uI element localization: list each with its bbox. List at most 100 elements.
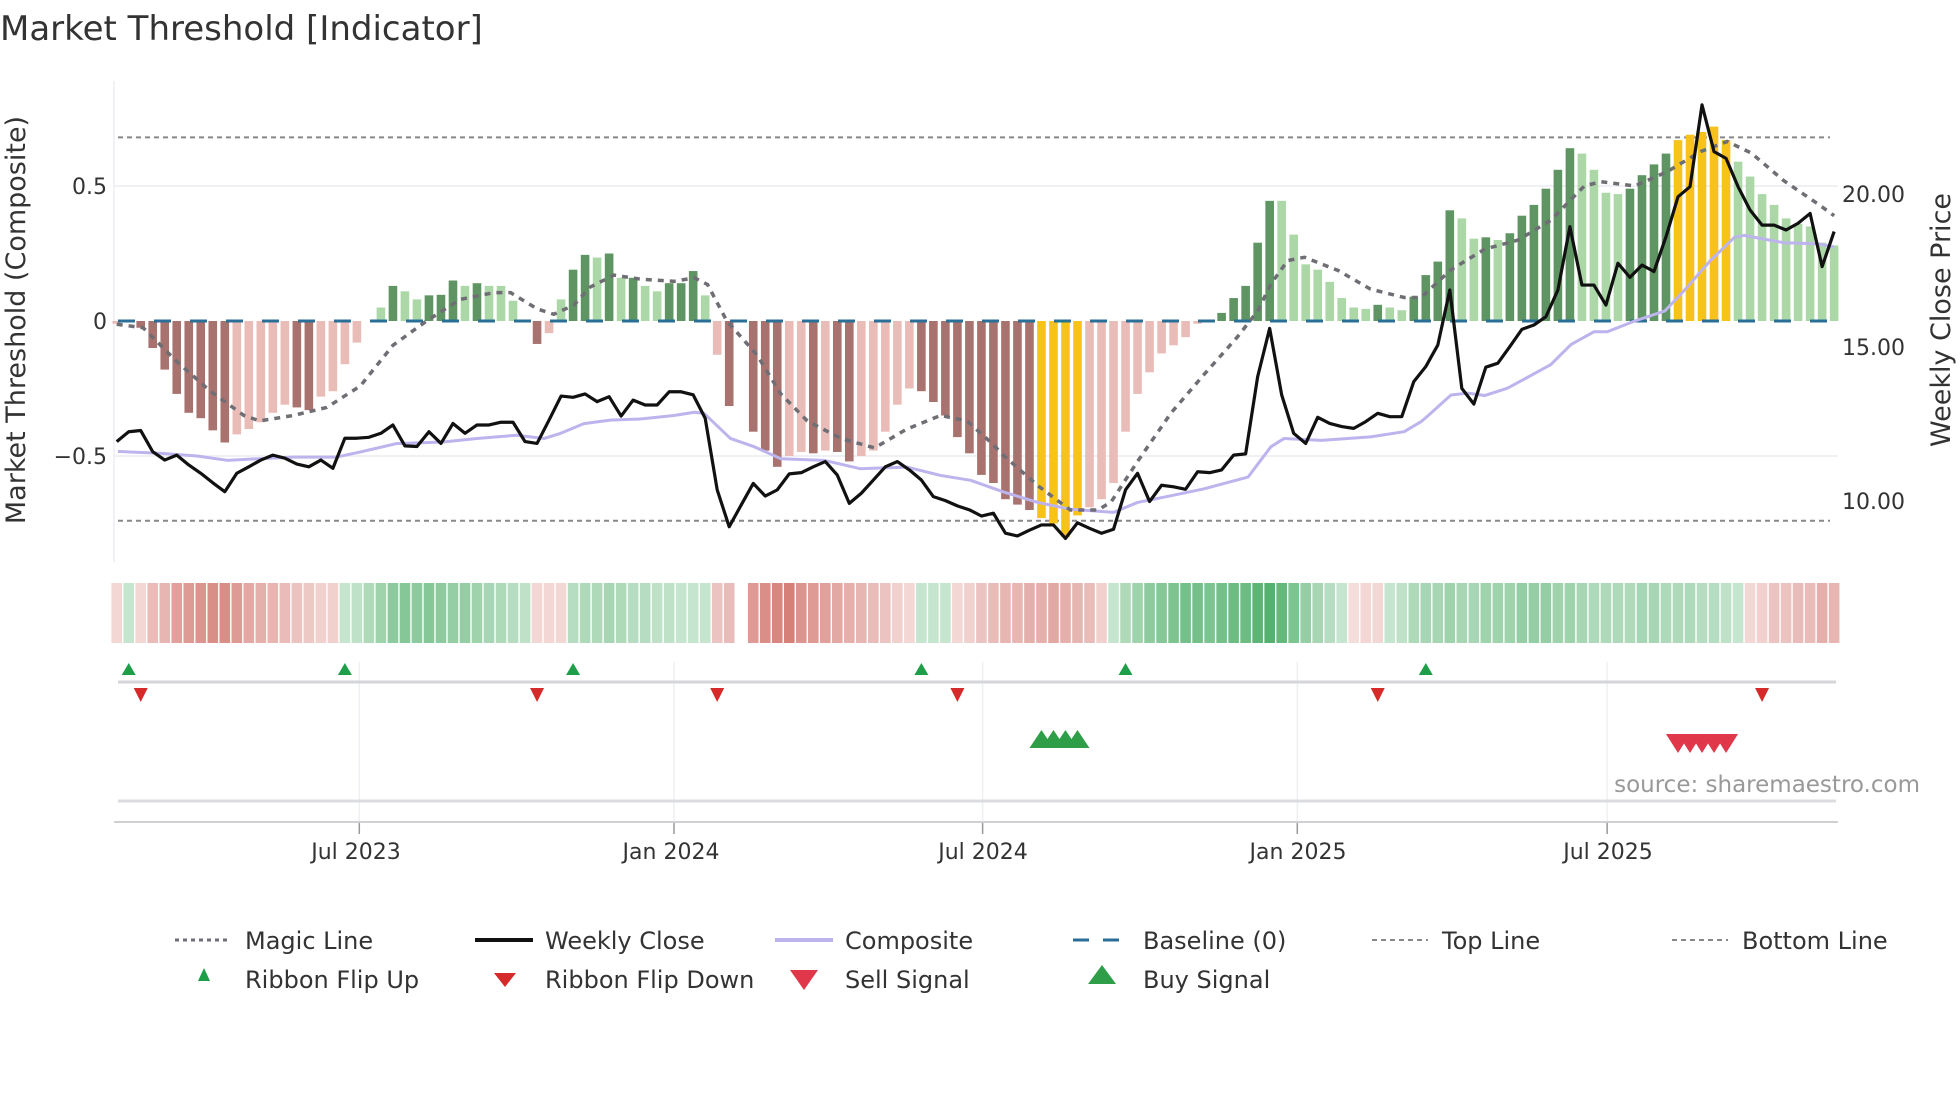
ribbon-cell [1468, 583, 1480, 643]
composite-bar [184, 321, 194, 413]
ribbon-cell [1684, 583, 1696, 643]
legend-item-buy-signal: Buy Signal [1088, 965, 1270, 994]
ribbon-cell [1756, 583, 1768, 643]
composite-bar [1301, 264, 1310, 321]
composite-bar [1625, 188, 1635, 321]
composite-bar [1109, 321, 1118, 483]
ribbon-cell [651, 583, 663, 643]
composite-bar [1793, 223, 1803, 321]
ribbon-cell [1348, 583, 1360, 643]
composite-bar [1169, 321, 1178, 346]
ribbon-flip-down-marker [530, 688, 545, 702]
composite-bar [652, 291, 662, 321]
ribbon-cell [1528, 583, 1540, 643]
ribbon-cell [1768, 583, 1780, 643]
composite-bar [352, 321, 362, 343]
ribbon-cell [555, 583, 567, 643]
ribbon-cell [783, 583, 795, 643]
composite-bar [328, 321, 338, 392]
composite-bar [808, 321, 818, 454]
composite-bar [1313, 269, 1322, 321]
legend-item-baseline: Baseline (0) [1073, 927, 1286, 955]
ribbon-cell [531, 583, 543, 643]
composite-bar [232, 321, 242, 435]
ribbon-cell [1192, 583, 1203, 643]
ribbon-cell [723, 583, 735, 643]
composite-bar [676, 283, 686, 321]
ribbon-cell [1156, 583, 1167, 643]
legend-item-composite: Composite [775, 927, 973, 955]
ribbon-cell [363, 583, 375, 643]
composite-bar [388, 285, 398, 321]
composite-bar [412, 299, 422, 321]
composite-bar [1757, 194, 1767, 321]
y-tick-label: 0 [93, 310, 107, 335]
y2-tick-label: 10.00 [1842, 490, 1905, 515]
composite-bar [1361, 308, 1371, 321]
y2-axis-title: Weekly Close Price [1926, 193, 1957, 447]
ribbon-cell [591, 583, 603, 643]
ribbon-cell [351, 583, 363, 643]
composite-bar [1469, 238, 1479, 321]
ribbon-cell [1120, 583, 1131, 643]
composite-bar [1265, 200, 1274, 321]
composite-bar [460, 285, 470, 321]
ribbon-cell [1204, 583, 1215, 643]
composite-bar [917, 321, 926, 392]
composite-bar [1829, 245, 1839, 321]
ribbon-cell [219, 583, 231, 643]
ribbon-cell [315, 583, 327, 643]
ribbon-flip-down-marker [710, 688, 725, 702]
ribbon-flip-down-marker [1370, 688, 1385, 702]
ribbon-cell [1708, 583, 1720, 643]
ribbon-cell [627, 583, 639, 643]
legend-label: Sell Signal [845, 966, 970, 994]
ribbon-cell [339, 583, 351, 643]
composite-bar [1013, 321, 1022, 505]
composite-bar [724, 321, 734, 407]
ribbon-cell [1048, 583, 1059, 643]
composite-bar [544, 321, 554, 334]
composite-bar [1085, 321, 1094, 508]
ribbon-cell [988, 583, 999, 643]
composite-bar [604, 253, 614, 321]
ribbon-cell [291, 583, 303, 643]
legend-label: Bottom Line [1742, 927, 1888, 955]
ribbon-cell [1084, 583, 1095, 643]
ribbon-cell [159, 583, 171, 643]
ribbon-cell [711, 583, 723, 643]
legend-item-weekly-close: Weekly Close [475, 927, 705, 955]
ribbon-cell [615, 583, 627, 643]
ribbon-cell [747, 583, 759, 643]
ribbon-cell [1624, 583, 1636, 643]
legend-item-magic-line: Magic Line [175, 927, 373, 955]
composite-bar [568, 269, 578, 321]
ribbon-cell [279, 583, 291, 643]
legend-item-ribbon-flip-down: Ribbon Flip Down [494, 966, 754, 994]
composite-bar [340, 321, 350, 365]
composite-bar [664, 283, 674, 321]
ribbon-cell [1252, 583, 1263, 643]
ribbon-cell [940, 583, 951, 643]
composite-bar [1409, 296, 1419, 321]
ribbon-cell [375, 583, 387, 643]
composite-bar [484, 285, 494, 321]
triangle-down-icon [790, 970, 818, 990]
ribbon-cell [1516, 583, 1528, 643]
composite-bar [196, 321, 206, 419]
composite-bar [1709, 126, 1719, 321]
composite-bar [1745, 176, 1755, 321]
composite-bar [1577, 153, 1587, 321]
composite-bar [268, 321, 278, 413]
composite-bar [592, 257, 602, 321]
composite-bar [977, 321, 986, 475]
composite-bar [1769, 204, 1779, 321]
ribbon-cell [327, 583, 339, 643]
ribbon-cell [1132, 583, 1143, 643]
composite-bar [1241, 285, 1250, 321]
x-tick-label: Jul 2023 [309, 840, 401, 865]
ribbon-cell [976, 583, 987, 643]
ribbon-cell [1492, 583, 1504, 643]
ribbon-cell [231, 583, 243, 643]
ribbon-cell [1720, 583, 1732, 643]
